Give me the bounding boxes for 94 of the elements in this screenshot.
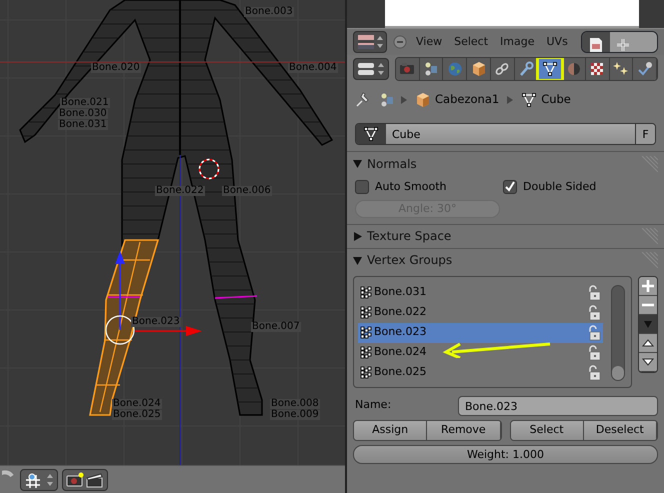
- chevron-icon: [507, 96, 514, 104]
- vertex-group-icon: [360, 286, 372, 300]
- context-dropdown[interactable]: [353, 58, 389, 80]
- sphere-icon: [566, 61, 582, 77]
- bone-label: Bone.006: [222, 186, 272, 196]
- action-button[interactable]: Remove: [427, 420, 500, 440]
- move-up-button[interactable]: [639, 334, 657, 352]
- properties-tab[interactable]: [562, 58, 586, 80]
- up-arrow[interactable]: [115, 251, 125, 330]
- snap-icon: [24, 472, 54, 488]
- cube-icon: [415, 92, 431, 108]
- properties-tab[interactable]: [467, 58, 491, 80]
- ball-icon: [636, 61, 653, 77]
- image-icon: [588, 36, 603, 52]
- plus-icon: [641, 278, 655, 292]
- 3d-cursor-icon: [198, 158, 220, 180]
- vertex-group-icon: [360, 346, 372, 360]
- breadcrumb-label[interactable]: Cabezona1: [435, 91, 500, 109]
- properties-tab[interactable]: [490, 58, 515, 80]
- field-label: Name:: [354, 397, 392, 414]
- bone-label: Bone.023: [131, 317, 181, 327]
- bone-label: Bone.025: [112, 410, 162, 420]
- remove-button[interactable]: [639, 296, 657, 314]
- bone-label: Bone.004: [288, 63, 338, 73]
- menu-item[interactable]: View: [413, 34, 446, 50]
- panel-icon: [357, 61, 385, 77]
- lock-icon[interactable]: [587, 284, 601, 300]
- bone-label: Bone.031: [58, 120, 108, 130]
- bone-label: Bone.024: [112, 399, 162, 409]
- checkbox[interactable]: [503, 180, 517, 194]
- mesh-icon: [542, 61, 558, 77]
- panel-header[interactable]: Normals: [353, 152, 658, 175]
- image-selector[interactable]: [580, 31, 658, 53]
- bone-label: Bone.009: [270, 410, 320, 420]
- action-button[interactable]: Assign: [354, 420, 428, 440]
- snap-dropdown[interactable]: [20, 468, 58, 490]
- properties-tab[interactable]: [633, 58, 657, 80]
- move-down-button[interactable]: [639, 352, 657, 372]
- vertex-group-icon: [360, 366, 372, 380]
- vertex-group-item[interactable]: Bone.025: [358, 362, 603, 382]
- scrollbar[interactable]: [611, 284, 625, 380]
- properties-tab[interactable]: [610, 58, 634, 80]
- menu-item[interactable]: Select: [451, 34, 492, 50]
- breadcrumb-label[interactable]: Cube: [541, 91, 571, 109]
- transform-circle[interactable]: [105, 315, 135, 345]
- vertex-group-item[interactable]: Bone.023: [358, 322, 603, 342]
- bone-label: Bone.008: [270, 399, 320, 409]
- lock-icon[interactable]: [587, 344, 601, 360]
- menu-item[interactable]: UVs: [544, 34, 571, 50]
- editor-type-dropdown[interactable]: [353, 31, 387, 53]
- checkbox-label: Auto Smooth: [375, 179, 446, 195]
- panel-header[interactable]: Texture Space: [353, 224, 658, 248]
- weight-slider[interactable]: Weight: 1.000: [353, 444, 658, 464]
- name-field[interactable]: Bone.023: [458, 396, 658, 416]
- globe-icon: [446, 61, 463, 77]
- vertex-group-item[interactable]: Bone.024: [358, 342, 603, 362]
- bone-label: Bone.007: [251, 322, 301, 332]
- wrench-icon: [518, 61, 534, 77]
- checkbox-label: Double Sided: [523, 179, 596, 195]
- lock-icon[interactable]: [587, 364, 601, 380]
- plus-icon: [616, 38, 630, 52]
- new-image-button[interactable]: [610, 32, 657, 52]
- bone-label: Bone.021: [60, 98, 110, 108]
- vertex-group-icon: [360, 326, 372, 340]
- chain-icon: [494, 61, 510, 77]
- properties-tab[interactable]: [420, 58, 444, 80]
- action-button[interactable]: Deselect: [584, 420, 657, 440]
- vertex-group-icon: [360, 306, 372, 320]
- action-button[interactable]: Select: [510, 420, 584, 440]
- bone-label: Bone.020: [91, 63, 141, 73]
- bone-label: Bone.003: [244, 7, 294, 17]
- vertex-group-item[interactable]: Bone.031: [358, 282, 603, 302]
- panel-header[interactable]: Vertex Groups: [353, 248, 658, 272]
- browse-image-button[interactable]: [582, 32, 610, 52]
- checkbox[interactable]: [355, 180, 369, 194]
- cube-icon: [470, 61, 487, 77]
- menu-item[interactable]: Image: [497, 34, 538, 50]
- checker-icon: [589, 61, 606, 77]
- collapse-icon[interactable]: [393, 35, 407, 49]
- chevron-icon: [401, 96, 407, 104]
- properties-tab[interactable]: [538, 58, 562, 80]
- bone-label: Bone.022: [155, 186, 205, 196]
- properties-tab[interactable]: [586, 58, 610, 80]
- shapes-icon: [379, 92, 393, 108]
- image-editor-icon: [357, 34, 383, 50]
- shapes-icon: [423, 61, 440, 77]
- vertex-group-item[interactable]: Bone.022: [358, 302, 603, 322]
- bone-label: Bone.030: [58, 109, 108, 119]
- lock-icon[interactable]: [587, 304, 601, 320]
- checkmark-icon: [504, 181, 516, 194]
- mesh-icon: [521, 92, 538, 108]
- add-button[interactable]: [639, 276, 657, 296]
- sparkle-icon: [612, 61, 629, 77]
- lock-icon[interactable]: [587, 324, 601, 340]
